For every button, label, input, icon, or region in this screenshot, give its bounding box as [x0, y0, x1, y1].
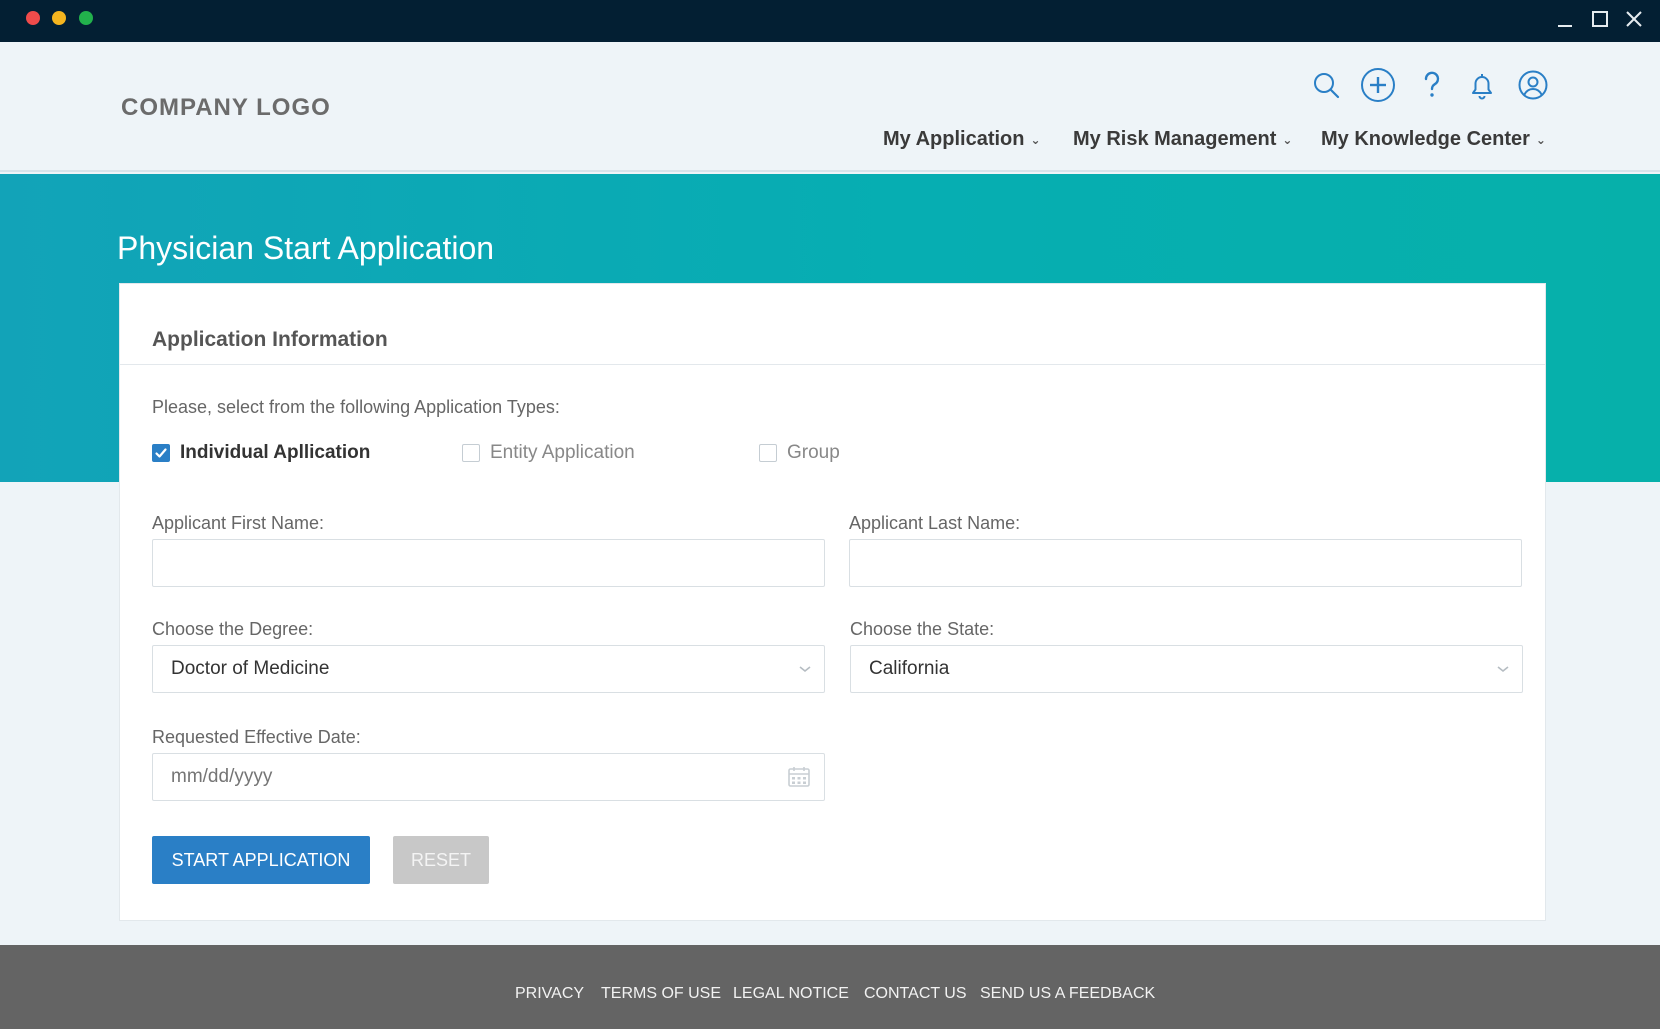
entity-application-checkbox[interactable]: Entity Application	[462, 442, 635, 464]
degree-selected-value: Doctor of Medicine	[171, 658, 330, 679]
chevron-down-icon: ⌄	[1030, 132, 1041, 147]
first-name-label: Applicant First Name:	[152, 513, 325, 533]
nav-my-risk-management[interactable]: My Risk Management ⌄	[1073, 128, 1292, 151]
minimize-icon[interactable]	[1552, 6, 1578, 32]
card-title: Application Information	[152, 328, 388, 351]
individual-application-checkbox[interactable]: Individual Apllication	[152, 442, 370, 464]
state-select[interactable]: California	[850, 645, 1523, 693]
start-application-button[interactable]: START APPLICATION	[152, 836, 370, 884]
chevron-down-icon: ⌄	[1535, 132, 1546, 147]
page-footer: PRIVACY TERMS OF USE LEGAL NOTICE CONTAC…	[0, 945, 1660, 1029]
footer-link-contact-us[interactable]: CONTACT US	[864, 985, 967, 1003]
add-circle-icon[interactable]	[1359, 66, 1397, 104]
help-icon[interactable]	[1413, 66, 1451, 104]
effective-date-label: Requested Effective Date:	[152, 727, 361, 747]
calendar-icon[interactable]	[786, 764, 812, 790]
chevron-down-icon: ⌄	[1282, 132, 1293, 147]
nav-label: My Risk Management	[1073, 128, 1277, 150]
footer-link-legal-notice[interactable]: LEGAL NOTICE	[733, 985, 849, 1003]
first-name-field-wrapper	[152, 539, 825, 587]
application-type-prompt: Please, select from the following Applic…	[152, 397, 560, 417]
chevron-down-icon	[799, 666, 811, 673]
last-name-field-wrapper	[849, 539, 1522, 587]
checkbox-label: Group	[787, 442, 840, 463]
search-icon[interactable]	[1307, 66, 1345, 104]
nav-label: My Application	[883, 128, 1025, 150]
application-form-card: Application Information Please, select f…	[119, 283, 1546, 921]
checkbox-label: Individual Apllication	[180, 442, 371, 463]
checkbox-checked-icon	[152, 444, 170, 462]
effective-date-field-wrapper	[152, 753, 825, 801]
last-name-label: Applicant Last Name:	[849, 513, 1021, 533]
bell-icon[interactable]	[1463, 66, 1501, 104]
window-zoom-dot[interactable]	[79, 11, 93, 25]
chevron-down-icon	[1497, 666, 1509, 673]
page-title: Physician Start Application	[117, 230, 495, 266]
window-minimize-dot[interactable]	[52, 11, 66, 25]
reset-button[interactable]: RESET	[393, 836, 489, 884]
nav-my-application[interactable]: My Application ⌄	[883, 128, 1041, 151]
footer-link-privacy[interactable]: PRIVACY	[515, 985, 584, 1003]
close-icon[interactable]	[1621, 6, 1647, 32]
window-close-dot[interactable]	[26, 11, 40, 25]
state-label: Choose the State:	[850, 619, 995, 639]
state-selected-value: California	[869, 658, 950, 679]
checkbox-label: Entity Application	[490, 442, 635, 463]
effective-date-input[interactable]	[153, 754, 824, 800]
window-titlebar	[0, 0, 1660, 42]
maximize-icon[interactable]	[1587, 6, 1613, 32]
last-name-input[interactable]	[850, 540, 1521, 586]
card-divider	[120, 364, 1545, 365]
group-checkbox[interactable]: Group	[759, 442, 840, 464]
footer-link-terms-of-use[interactable]: TERMS OF USE	[601, 985, 721, 1003]
company-logo[interactable]: COMPANY LOGO	[121, 94, 331, 122]
checkbox-unchecked-icon	[462, 444, 480, 462]
degree-label: Choose the Degree:	[152, 619, 314, 639]
app-header: COMPANY LOGO My Application ⌄ My Risk Man…	[0, 42, 1660, 172]
user-circle-icon[interactable]	[1514, 66, 1552, 104]
degree-select[interactable]: Doctor of Medicine	[152, 645, 825, 693]
nav-label: My Knowledge Center	[1321, 128, 1530, 150]
nav-my-knowledge-center[interactable]: My Knowledge Center ⌄	[1321, 128, 1546, 151]
first-name-input[interactable]	[153, 540, 824, 586]
footer-link-send-feedback[interactable]: SEND US A FEEDBACK	[980, 985, 1155, 1003]
checkbox-unchecked-icon	[759, 444, 777, 462]
